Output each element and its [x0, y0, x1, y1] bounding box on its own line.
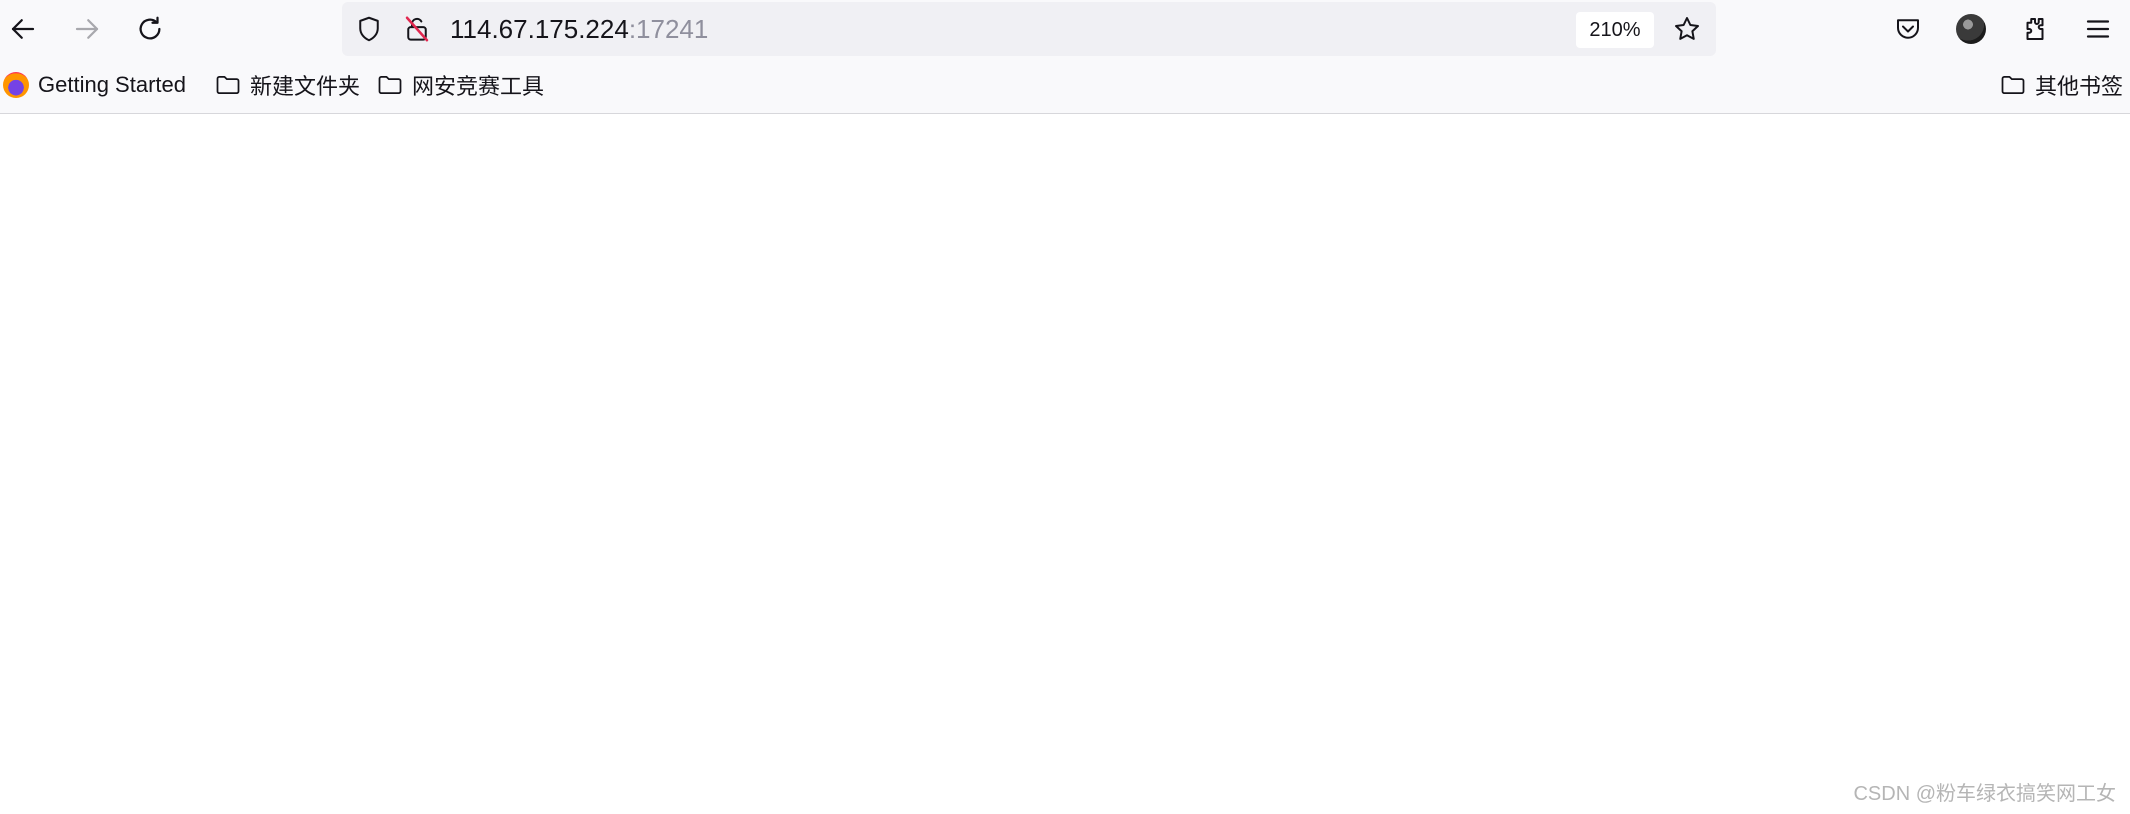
bookmark-label: 新建文件夹	[250, 74, 361, 99]
account-avatar	[1956, 14, 1986, 44]
extensions-button[interactable]	[2014, 8, 2056, 50]
url-port: :17241	[628, 14, 709, 44]
tracking-protection-button[interactable]	[354, 14, 384, 44]
browser-toolbar: 114.67.175.224:17241 210%	[0, 0, 2130, 58]
shield-icon	[359, 16, 379, 42]
bookmark-star-button[interactable]	[1672, 14, 1702, 44]
site-info-button[interactable]	[402, 14, 432, 44]
pocket-icon	[1897, 19, 1919, 39]
reload-icon	[139, 16, 161, 40]
arrow-right-icon	[75, 19, 99, 39]
url-bar[interactable]: 114.67.175.224:17241 210%	[342, 2, 1716, 56]
url-host: 114.67.175.224	[450, 14, 629, 44]
arrow-left-icon	[11, 19, 35, 39]
pocket-button[interactable]	[1887, 8, 1929, 50]
bookmark-label: 网安竞赛工具	[412, 74, 545, 99]
watermark-text: CSDN @粉车绿衣搞笑网工女	[1853, 783, 2116, 805]
zoom-level-button[interactable]: 210%	[1576, 12, 1654, 48]
folder-icon	[214, 71, 242, 99]
folder-icon	[1999, 71, 2027, 99]
reload-button[interactable]	[127, 6, 173, 52]
app-menu-button[interactable]	[2077, 8, 2119, 50]
star-icon	[1675, 17, 1699, 40]
folder-icon	[376, 71, 404, 99]
bookmarks-toolbar: Getting Started 新建文件夹 网安竞赛工具 其他书签	[0, 58, 2130, 114]
forward-button[interactable]	[64, 6, 110, 52]
bookmark-getting-started[interactable]: Getting Started	[2, 67, 186, 103]
back-button[interactable]	[0, 6, 46, 52]
other-bookmarks[interactable]: 其他书签	[1999, 67, 2123, 103]
insecure-lock-icon	[405, 16, 429, 42]
extensions-icon	[2026, 18, 2044, 40]
bookmark-folder-tools[interactable]: 网安竞赛工具	[376, 67, 544, 103]
firefox-icon	[2, 71, 30, 99]
account-button[interactable]	[1950, 8, 1992, 50]
url-text[interactable]: 114.67.175.224:17241	[450, 14, 708, 44]
page-content: CSDN @粉车绿衣搞笑网工女	[0, 114, 2130, 814]
bookmark-folder-new[interactable]: 新建文件夹	[214, 67, 360, 103]
bookmark-label: 其他书签	[2035, 74, 2124, 99]
menu-icon	[2086, 20, 2110, 38]
bookmark-label: Getting Started	[38, 72, 186, 97]
